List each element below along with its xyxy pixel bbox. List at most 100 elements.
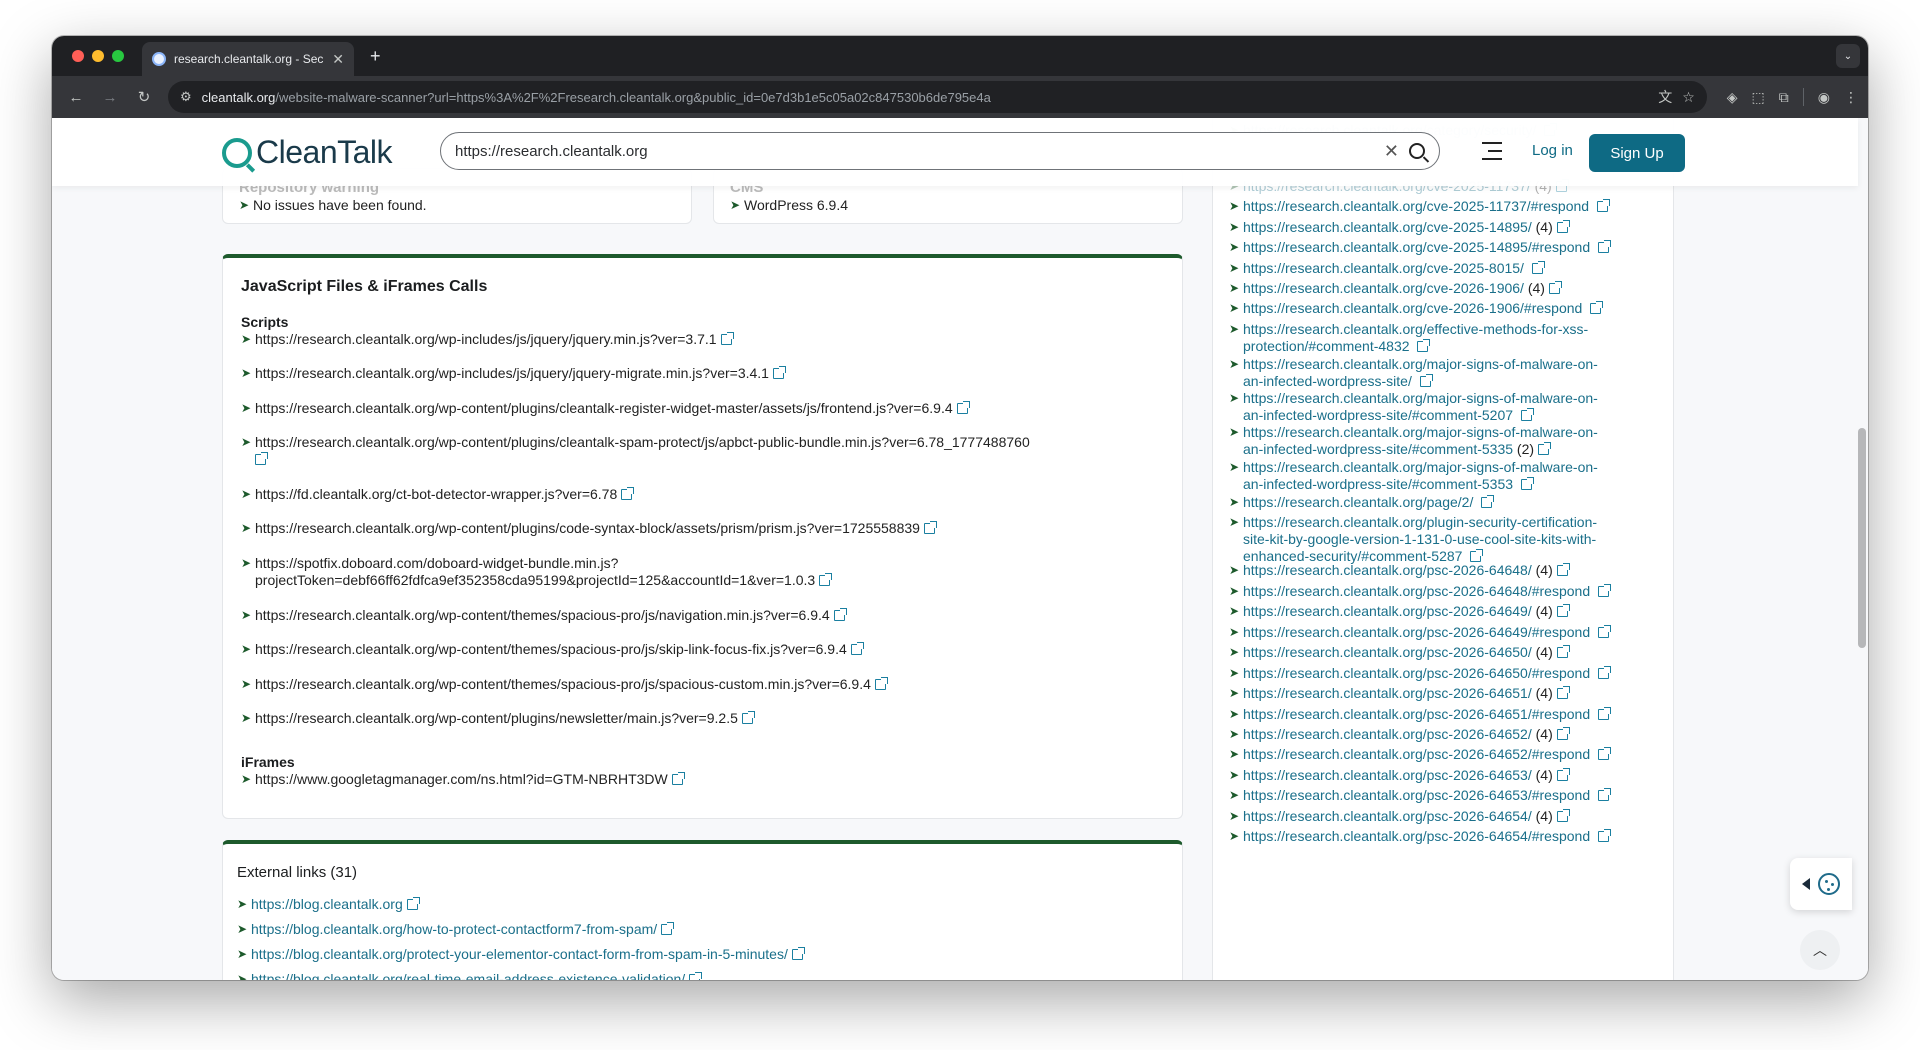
external-link-icon[interactable] [956, 401, 970, 414]
internal-link-text[interactable]: https://research.cleantalk.org/psc-2026-… [1243, 665, 1590, 681]
internal-link-item[interactable]: ➤ https://research.cleantalk.org/psc-2026… [1229, 644, 1659, 661]
internal-link-text[interactable]: https://research.cleantalk.org/psc-2026-… [1243, 644, 1532, 660]
external-link[interactable]: https://blog.cleantalk.org/how-to-protec… [251, 921, 657, 937]
external-link-icon[interactable] [1556, 809, 1570, 822]
internal-link-text[interactable]: https://research.cleantalk.org/cve-2025-… [1243, 198, 1589, 214]
internal-link-text[interactable]: https://research.cleantalk.org/psc-2026-… [1243, 787, 1590, 803]
internal-link-text[interactable]: https://research.cleantalk.org/cve-2026-… [1243, 280, 1524, 296]
url-text[interactable]: cleantalk.org/website-malware-scanner?ur… [202, 90, 1649, 105]
menu-dots-icon[interactable]: ⋮ [1844, 89, 1858, 106]
external-link-icon[interactable] [1417, 339, 1431, 352]
bookmark-star-icon[interactable]: ☆ [1682, 89, 1695, 106]
external-link-icon[interactable] [819, 573, 833, 586]
external-link-icon[interactable] [1556, 768, 1570, 781]
cleantalk-logo[interactable]: CleanTalk [222, 134, 393, 171]
external-link-item[interactable]: ➤ https://blog.cleantalk.org/real-time-em… [237, 971, 703, 980]
site-info-icon[interactable]: ⚙ [180, 89, 192, 105]
external-link-icon[interactable] [671, 772, 685, 785]
internal-link-item[interactable]: ➤ https://research.cleantalk.org/cve-2025… [1229, 219, 1659, 236]
internal-link-item[interactable]: ➤ https://research.cleantalk.org/cve-2025… [1229, 239, 1659, 256]
site-search-box[interactable]: https://research.cleantalk.org ✕ [440, 132, 1440, 170]
external-link-icon[interactable] [1556, 563, 1570, 576]
tab-search-button[interactable]: ⌄ [1836, 44, 1860, 68]
internal-link-text[interactable]: https://research.cleantalk.org/psc-2026-… [1243, 685, 1532, 701]
internal-link-item[interactable]: ➤ https://research.cleantalk.org/cve-2025… [1229, 198, 1659, 215]
external-link-icon[interactable] [255, 452, 268, 465]
external-link-icon[interactable] [1556, 686, 1570, 699]
external-link-icon[interactable] [850, 642, 864, 655]
external-link-icon[interactable] [406, 897, 420, 910]
external-link-icon[interactable] [661, 922, 675, 935]
external-link-icon[interactable] [1590, 301, 1604, 314]
screenshot-icon[interactable]: ⬚ [1752, 89, 1765, 106]
internal-link-text[interactable]: https://research.cleantalk.org/psc-2026-… [1243, 583, 1590, 599]
external-link-icon[interactable] [791, 947, 805, 960]
internal-link-item[interactable]: ➤ https://research.cleantalk.org/major-si… [1229, 390, 1659, 424]
external-link-icon[interactable] [1531, 261, 1545, 274]
translate-icon[interactable]: 文 [1658, 87, 1672, 107]
external-link-icon[interactable] [1538, 442, 1552, 455]
internal-link-item[interactable]: ➤ https://research.cleantalk.org/cve-2026… [1229, 300, 1659, 317]
scroll-to-top-button[interactable]: ︿ [1800, 930, 1840, 970]
internal-link-item[interactable]: ➤ https://research.cleantalk.org/psc-2026… [1229, 767, 1659, 784]
internal-link-item[interactable]: ➤ https://research.cleantalk.org/psc-2026… [1229, 624, 1659, 641]
internal-link-text[interactable]: https://research.cleantalk.org/psc-2026-… [1243, 726, 1532, 742]
external-link-item[interactable]: ➤ https://blog.cleantalk.org/protect-your… [237, 946, 805, 963]
internal-link-item[interactable]: ➤ https://research.cleantalk.org/plugin-s… [1229, 514, 1659, 565]
internal-link-item[interactable]: ➤ https://research.cleantalk.org/psc-2026… [1229, 665, 1659, 682]
internal-link-text[interactable]: https://research.cleantalk.org/psc-2026-… [1243, 624, 1590, 640]
external-link-icon[interactable] [923, 521, 937, 534]
internal-link-text[interactable]: https://research.cleantalk.org/psc-2026-… [1243, 808, 1532, 824]
internal-link-text[interactable]: https://research.cleantalk.org/major-sig… [1243, 424, 1598, 440]
internal-link-text[interactable]: https://research.cleantalk.org/plugin-se… [1243, 514, 1597, 530]
reload-button[interactable]: ↻ [130, 83, 158, 111]
internal-link-item[interactable]: ➤ https://research.cleantalk.org/psc-2026… [1229, 808, 1659, 825]
internal-link-item[interactable]: ➤ https://research.cleantalk.org/psc-2026… [1229, 583, 1659, 600]
external-link-icon[interactable] [741, 711, 755, 724]
external-link[interactable]: https://blog.cleantalk.org/real-time-ema… [251, 971, 685, 980]
external-link-icon[interactable] [1598, 788, 1611, 801]
external-link-icon[interactable] [1598, 747, 1611, 760]
external-link-icon[interactable] [772, 366, 786, 379]
internal-link-item[interactable]: ➤ https://research.cleantalk.org/effectiv… [1229, 321, 1659, 355]
internal-link-item[interactable]: ➤ https://research.cleantalk.org/cve-2026… [1229, 280, 1659, 297]
external-link-icon[interactable] [1470, 549, 1484, 562]
internal-link-item[interactable]: ➤ https://research.cleantalk.org/psc-2026… [1229, 562, 1659, 579]
internal-link-text[interactable]: https://research.cleantalk.org/major-sig… [1243, 459, 1598, 475]
internal-link-text[interactable]: https://research.cleantalk.org/psc-2026-… [1243, 603, 1532, 619]
internal-link-text[interactable]: https://research.cleantalk.org/page/2/ [1243, 494, 1473, 510]
internal-link-text[interactable]: https://research.cleantalk.org/major-sig… [1243, 390, 1598, 406]
minimize-window-button[interactable] [92, 50, 104, 62]
internal-link-text[interactable]: an-infected-wordpress-site/#comment-5207 [1243, 407, 1513, 423]
internal-link-text[interactable]: protection/#comment-4832 [1243, 338, 1410, 354]
cookie-settings-widget[interactable] [1790, 858, 1852, 910]
search-input[interactable]: https://research.cleantalk.org [455, 143, 1384, 160]
extension-icon[interactable]: ◈ [1727, 89, 1738, 106]
search-icon[interactable] [1409, 143, 1425, 159]
external-link-icon[interactable] [689, 972, 703, 980]
internal-link-text[interactable]: site-kit-by-google-version-1-131-0-use-c… [1243, 531, 1596, 547]
menu-toggle-icon[interactable] [1482, 142, 1504, 160]
internal-link-text[interactable]: an-infected-wordpress-site/#comment-5335 [1243, 441, 1513, 457]
profile-icon[interactable]: ◉ [1818, 89, 1830, 106]
internal-link-item[interactable]: ➤ https://research.cleantalk.org/psc-2026… [1229, 603, 1659, 620]
clear-search-icon[interactable]: ✕ [1384, 141, 1399, 162]
internal-link-item[interactable]: ➤ https://research.cleantalk.org/major-si… [1229, 459, 1659, 493]
internal-link-text[interactable]: an-infected-wordpress-site/ [1243, 373, 1412, 389]
external-link-icon[interactable] [1596, 199, 1610, 212]
external-link-icon[interactable] [1598, 707, 1611, 720]
back-button[interactable]: ← [62, 83, 90, 111]
external-link-icon[interactable] [1548, 281, 1562, 294]
internal-link-text[interactable]: https://research.cleantalk.org/effective… [1243, 321, 1588, 337]
internal-link-item[interactable]: ➤ https://research.cleantalk.org/psc-2026… [1229, 706, 1659, 723]
internal-link-item[interactable]: ➤ https://research.cleantalk.org/psc-2026… [1229, 828, 1659, 845]
internal-link-item[interactable]: ➤ https://research.cleantalk.org/psc-2026… [1229, 746, 1659, 763]
external-link-icon[interactable] [1598, 666, 1611, 679]
external-link-icon[interactable] [1556, 604, 1570, 617]
internal-link-text[interactable]: https://research.cleantalk.org/cve-2025-… [1243, 260, 1524, 276]
internal-link-text[interactable]: https://research.cleantalk.org/psc-2026-… [1243, 706, 1590, 722]
new-tab-button[interactable]: + [370, 46, 381, 67]
external-link-icon[interactable] [833, 608, 847, 621]
extensions-puzzle-icon[interactable]: ⧉ [1779, 89, 1789, 106]
external-link-item[interactable]: ➤ https://blog.cleantalk.org [237, 896, 420, 913]
